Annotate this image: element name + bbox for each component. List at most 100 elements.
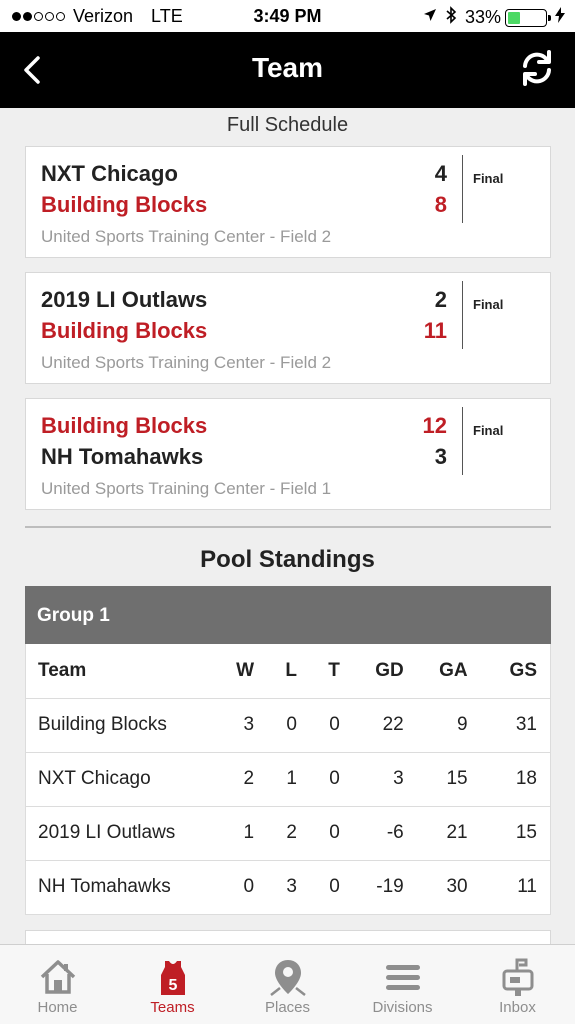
map-pin-icon <box>269 960 306 996</box>
cell-team: NXT Chicago <box>25 752 216 807</box>
status-bar: Verizon LTE 3:49 PM 33% <box>0 0 575 32</box>
team-score: 11 <box>423 318 447 343</box>
game-status: Final <box>473 171 504 186</box>
refresh-icon <box>523 50 551 86</box>
column-header: GD <box>352 644 417 699</box>
team-name: Building Blocks <box>41 413 208 438</box>
cell-wins: 1 <box>215 806 268 861</box>
card-divider <box>462 407 463 475</box>
card-divider <box>462 281 463 349</box>
team-score: 4 <box>434 161 447 186</box>
team-row: 2019 LI Outlaws 2 <box>41 287 447 313</box>
cell-ties: 0 <box>309 860 353 915</box>
column-header: L <box>267 644 310 699</box>
menu-bars-icon <box>385 965 420 990</box>
team-name: NH Tomahawks <box>41 444 204 469</box>
cell-ties: 0 <box>309 806 353 861</box>
cell-goals-scored: 11 <box>480 860 551 915</box>
cell-losses: 0 <box>267 698 310 753</box>
cell-goals-against: 9 <box>416 698 481 753</box>
team-name: 2019 LI Outlaws <box>41 287 208 312</box>
cell-losses: 3 <box>267 860 310 915</box>
tab-home[interactable]: Home <box>0 945 115 1024</box>
bluetooth-icon <box>445 6 457 29</box>
game-card[interactable]: NXT Chicago 4 Building Blocks 8 United S… <box>25 146 551 258</box>
game-card[interactable]: 2019 LI Outlaws 2 Building Blocks 11 Uni… <box>25 272 551 384</box>
team-row: NH Tomahawks 3 <box>41 444 447 470</box>
game-card[interactable]: Building Blocks 12 NH Tomahawks 3 United… <box>25 398 551 510</box>
team-row: Building Blocks 11 <box>41 318 447 344</box>
cell-goals-against: 30 <box>416 860 481 915</box>
tab-teams[interactable]: 5 Teams <box>115 945 230 1024</box>
tab-divisions[interactable]: Divisions <box>345 945 460 1024</box>
battery-percent: 33% <box>464 7 501 27</box>
refresh-button[interactable] <box>517 48 557 88</box>
column-header: T <box>309 644 353 699</box>
cell-goals-scored: 31 <box>480 698 551 753</box>
team-name: NXT Chicago <box>41 161 178 186</box>
column-header: W <box>215 644 268 699</box>
standings-title: Pool Standings <box>200 546 375 573</box>
tab-inbox[interactable]: Inbox <box>460 945 575 1024</box>
team-row: Building Blocks 12 <box>41 413 447 439</box>
jersey-number: 5 <box>168 977 177 994</box>
cell-wins: 0 <box>215 860 268 915</box>
battery-icon <box>505 8 551 27</box>
main-content: Full Schedule NXT Chicago 4 Building Blo… <box>0 108 575 944</box>
cell-goals-scored: 15 <box>480 806 551 861</box>
standings-table: Team W L T GD GA GS Building Blocks 3 0 … <box>25 644 551 915</box>
cell-losses: 1 <box>267 752 310 807</box>
team-row: NXT Chicago 4 <box>41 161 447 187</box>
tab-label: Divisions <box>372 999 433 1016</box>
page-title: Team <box>251 52 324 83</box>
nav-bar: Team <box>0 32 575 108</box>
cell-team: NH Tomahawks <box>25 860 216 915</box>
tab-label: Home <box>37 999 78 1016</box>
cell-goal-diff: -19 <box>352 860 417 915</box>
jersey-icon: 5 <box>160 961 185 995</box>
charging-bolt-icon <box>555 7 565 28</box>
cell-wins: 3 <box>215 698 268 753</box>
game-venue: United Sports Training Center - Field 1 <box>41 479 332 498</box>
table-header-row: Team W L T GD GA GS <box>25 644 551 699</box>
game-venue: United Sports Training Center - Field 2 <box>41 227 332 246</box>
table-row[interactable]: NXT Chicago 2 1 0 3 15 18 <box>25 752 551 807</box>
team-row: Building Blocks 8 <box>41 192 447 218</box>
mailbox-icon <box>502 958 533 996</box>
cell-ties: 0 <box>309 752 353 807</box>
cell-goals-against: 21 <box>416 806 481 861</box>
game-venue: United Sports Training Center - Field 2 <box>41 353 332 372</box>
column-header: GS <box>480 644 551 699</box>
team-score: 12 <box>422 413 447 438</box>
game-status: Final <box>473 423 504 438</box>
cell-goals-against: 15 <box>416 752 481 807</box>
full-schedule-link[interactable]: Full Schedule <box>0 114 575 137</box>
cell-wins: 2 <box>215 752 268 807</box>
team-name: Building Blocks <box>41 192 208 217</box>
team-score: 3 <box>434 444 447 469</box>
cell-goals-scored: 18 <box>480 752 551 807</box>
cell-goal-diff: 22 <box>352 698 417 753</box>
cell-goal-diff: 3 <box>352 752 417 807</box>
card-divider <box>462 155 463 223</box>
group-header: Group 1 <box>25 586 551 644</box>
table-row[interactable]: 2019 LI Outlaws 1 2 0 -6 21 15 <box>25 806 551 861</box>
cell-ties: 0 <box>309 698 353 753</box>
next-card-peek <box>25 930 551 944</box>
column-header: Team <box>25 644 216 699</box>
tab-bar: Home 5 Teams Places Divisions Inbox <box>0 944 575 1024</box>
cell-team: Building Blocks <box>25 698 216 753</box>
status-right: 33% <box>423 6 565 29</box>
table-row[interactable]: NH Tomahawks 0 3 0 -19 30 11 <box>25 860 551 915</box>
cell-team: 2019 LI Outlaws <box>25 806 216 861</box>
location-arrow-icon <box>423 8 437 27</box>
cell-goal-diff: -6 <box>352 806 417 861</box>
tab-label: Inbox <box>499 999 536 1016</box>
team-score: 2 <box>434 287 447 312</box>
section-divider <box>25 526 551 528</box>
cell-losses: 2 <box>267 806 310 861</box>
column-header: GA <box>416 644 481 699</box>
table-row[interactable]: Building Blocks 3 0 0 22 9 31 <box>25 698 551 753</box>
home-icon <box>40 960 75 994</box>
tab-places[interactable]: Places <box>230 945 345 1024</box>
